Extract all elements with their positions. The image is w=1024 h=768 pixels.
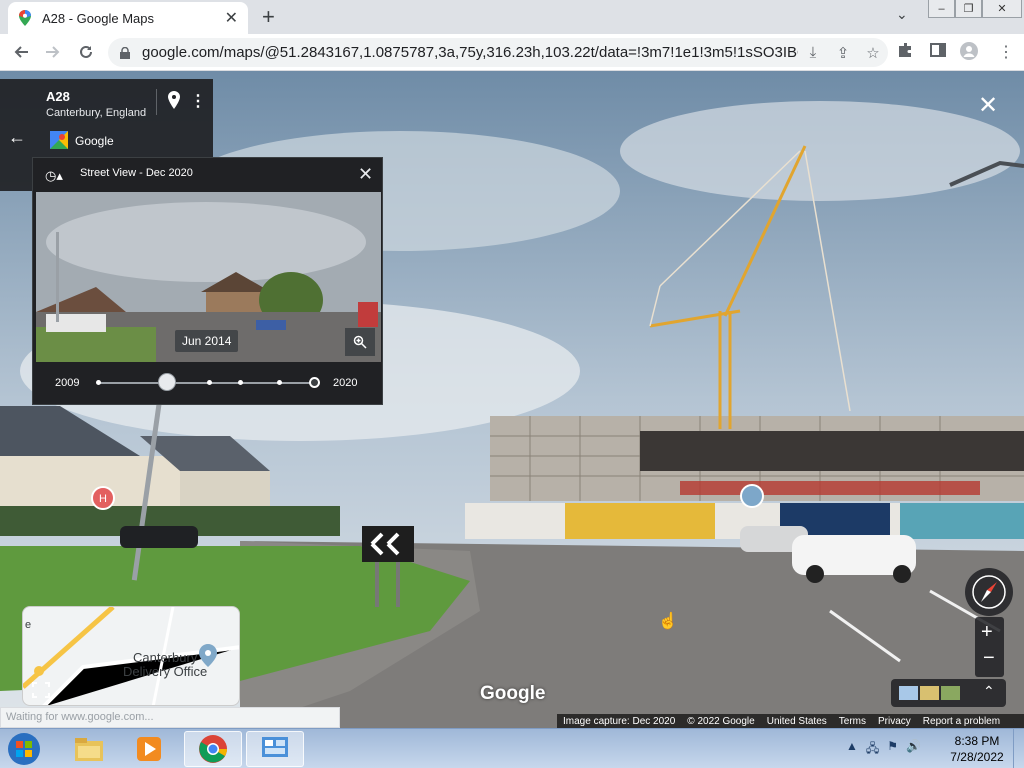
google-maps-logo-icon (50, 131, 68, 149)
place-subtitle: Canterbury, England (46, 107, 147, 119)
timeline-stop[interactable] (207, 380, 212, 385)
browser-menu-icon[interactable]: ⋮ (998, 42, 1014, 62)
chrome-taskbar-icon[interactable] (184, 731, 242, 767)
close-street-view-icon[interactable]: ✕ (978, 91, 998, 120)
forward-icon[interactable] (42, 41, 64, 63)
clock-time[interactable]: 8:38 PM (952, 734, 1002, 748)
layer-thumb[interactable] (941, 686, 960, 700)
show-desktop-button[interactable] (1013, 729, 1024, 768)
place-title: A28 (46, 89, 70, 104)
browser-tab[interactable]: A28 - Google Maps ✕ (8, 2, 248, 34)
browser-toolbar: google.com/maps/@51.2843167,1.0875787,3a… (0, 34, 1024, 71)
more-options-icon[interactable]: ⋮ (190, 91, 206, 111)
close-window-button[interactable]: ✕ (982, 0, 1022, 18)
street-view[interactable]: H ← A28 Canterbury, England ⋮ Google ◷▴ … (0, 71, 1024, 728)
network-icon[interactable]: 🖧 (866, 739, 879, 760)
image-capture-date: Image capture: Dec 2020 (563, 716, 676, 727)
layers-switcher[interactable]: ⌃ (891, 679, 1006, 707)
zoom-controls: + − (975, 617, 1004, 677)
lock-icon (120, 46, 130, 59)
address-bar[interactable]: google.com/maps/@51.2843167,1.0875787,3a… (108, 38, 888, 67)
control-panel-icon[interactable] (246, 731, 304, 767)
layer-thumb[interactable] (899, 686, 918, 700)
reload-icon[interactable] (75, 41, 97, 63)
url-text: google.com/maps/@51.2843167,1.0875787,3a… (142, 44, 798, 61)
side-panel-icon[interactable] (930, 42, 946, 63)
chevron-up-icon[interactable]: ⌃ (983, 683, 995, 700)
svg-text:H: H (99, 493, 107, 505)
media-player-icon[interactable] (120, 731, 178, 767)
maps-pin-icon (19, 10, 31, 26)
google-watermark: Google (480, 683, 546, 704)
minimap-label-line2: Delivery Office (123, 664, 208, 679)
selected-date-label: Jun 2014 (175, 330, 239, 352)
minimize-button[interactable]: ‒ (928, 0, 955, 18)
timeline-track[interactable] (97, 382, 315, 384)
taskbar: ▲ 🖧 ⚑ 🔊 8:38 PM 7/28/2022 (0, 728, 1024, 768)
terms-link[interactable]: Terms (833, 716, 872, 727)
time-panel-title: Street View - Dec 2020 (80, 167, 193, 179)
divider (156, 89, 157, 115)
install-icon[interactable]: ⤓ (798, 44, 828, 61)
timeline-stop[interactable] (238, 380, 243, 385)
timeline-stop[interactable] (277, 380, 282, 385)
tab-title: A28 - Google Maps (42, 10, 155, 26)
file-explorer-icon[interactable] (60, 731, 118, 767)
bookmark-star-icon[interactable]: ☆ (858, 44, 888, 62)
copyright: © 2022 Google (687, 716, 755, 727)
time-travel-panel: ◷▴ Street View - Dec 2020 ✕ Jun 2014 200… (32, 157, 383, 405)
timeline-stop-current[interactable] (309, 377, 320, 388)
start-button-icon[interactable] (4, 731, 44, 767)
clock-date[interactable]: 7/28/2022 (946, 750, 1008, 764)
share-icon[interactable]: ⇪ (828, 44, 858, 62)
tab-search-icon[interactable]: ⌄ (896, 6, 908, 23)
system-tray: ▲ 🖧 ⚑ 🔊 (846, 739, 921, 760)
history-icon[interactable]: ◷▴ (45, 168, 63, 184)
minimap-label-line1: Canterbury (132, 650, 198, 665)
tab-close-icon[interactable]: ✕ (225, 8, 238, 28)
minimap-place-label: Canterbury Delivery Office (123, 651, 207, 679)
extensions-icon[interactable] (898, 42, 914, 63)
restore-button[interactable]: ❐ (955, 0, 982, 18)
imagery-source: Google (75, 134, 114, 148)
minimap[interactable]: e Canterbury Delivery Office (22, 606, 240, 706)
window-controls: ‒ ❐ ✕ (928, 0, 1022, 20)
new-tab-button[interactable]: + (262, 4, 275, 30)
tab-strip: A28 - Google Maps ✕ + ⌄ ‒ ❐ ✕ (0, 0, 1024, 34)
timeline-start-year: 2009 (55, 377, 80, 389)
hand-cursor-icon: ☝ (658, 613, 678, 630)
zoom-in-button[interactable]: + (981, 621, 993, 644)
expand-map-icon[interactable] (31, 681, 51, 699)
timeline-end-year: 2020 (333, 377, 358, 389)
attribution-bar: Image capture: Dec 2020 © 2022 Google Un… (557, 714, 1024, 728)
zoom-out-button[interactable]: − (983, 647, 995, 670)
timeline-stop[interactable] (96, 380, 101, 385)
loading-status: Waiting for www.google.com... (0, 707, 340, 728)
profile-avatar-icon[interactable] (960, 42, 978, 65)
action-center-icon[interactable]: ⚑ (887, 739, 898, 760)
timeline-slider-handle[interactable] (157, 373, 176, 391)
volume-icon[interactable]: 🔊 (906, 739, 921, 760)
location-pin-icon[interactable] (168, 91, 180, 109)
report-problem-link[interactable]: Report a problem (917, 716, 1006, 727)
back-icon[interactable] (10, 41, 32, 63)
close-icon[interactable]: ✕ (358, 164, 373, 185)
back-arrow-icon[interactable]: ← (8, 127, 26, 148)
region-link[interactable]: United States (761, 716, 833, 727)
show-hidden-icons-icon[interactable]: ▲ (846, 739, 858, 760)
layer-thumb[interactable] (920, 686, 939, 700)
zoom-preview-icon[interactable] (345, 328, 375, 356)
minimap-edge-text: e (25, 619, 32, 631)
privacy-link[interactable]: Privacy (872, 716, 917, 727)
compass-icon[interactable] (965, 568, 1013, 616)
